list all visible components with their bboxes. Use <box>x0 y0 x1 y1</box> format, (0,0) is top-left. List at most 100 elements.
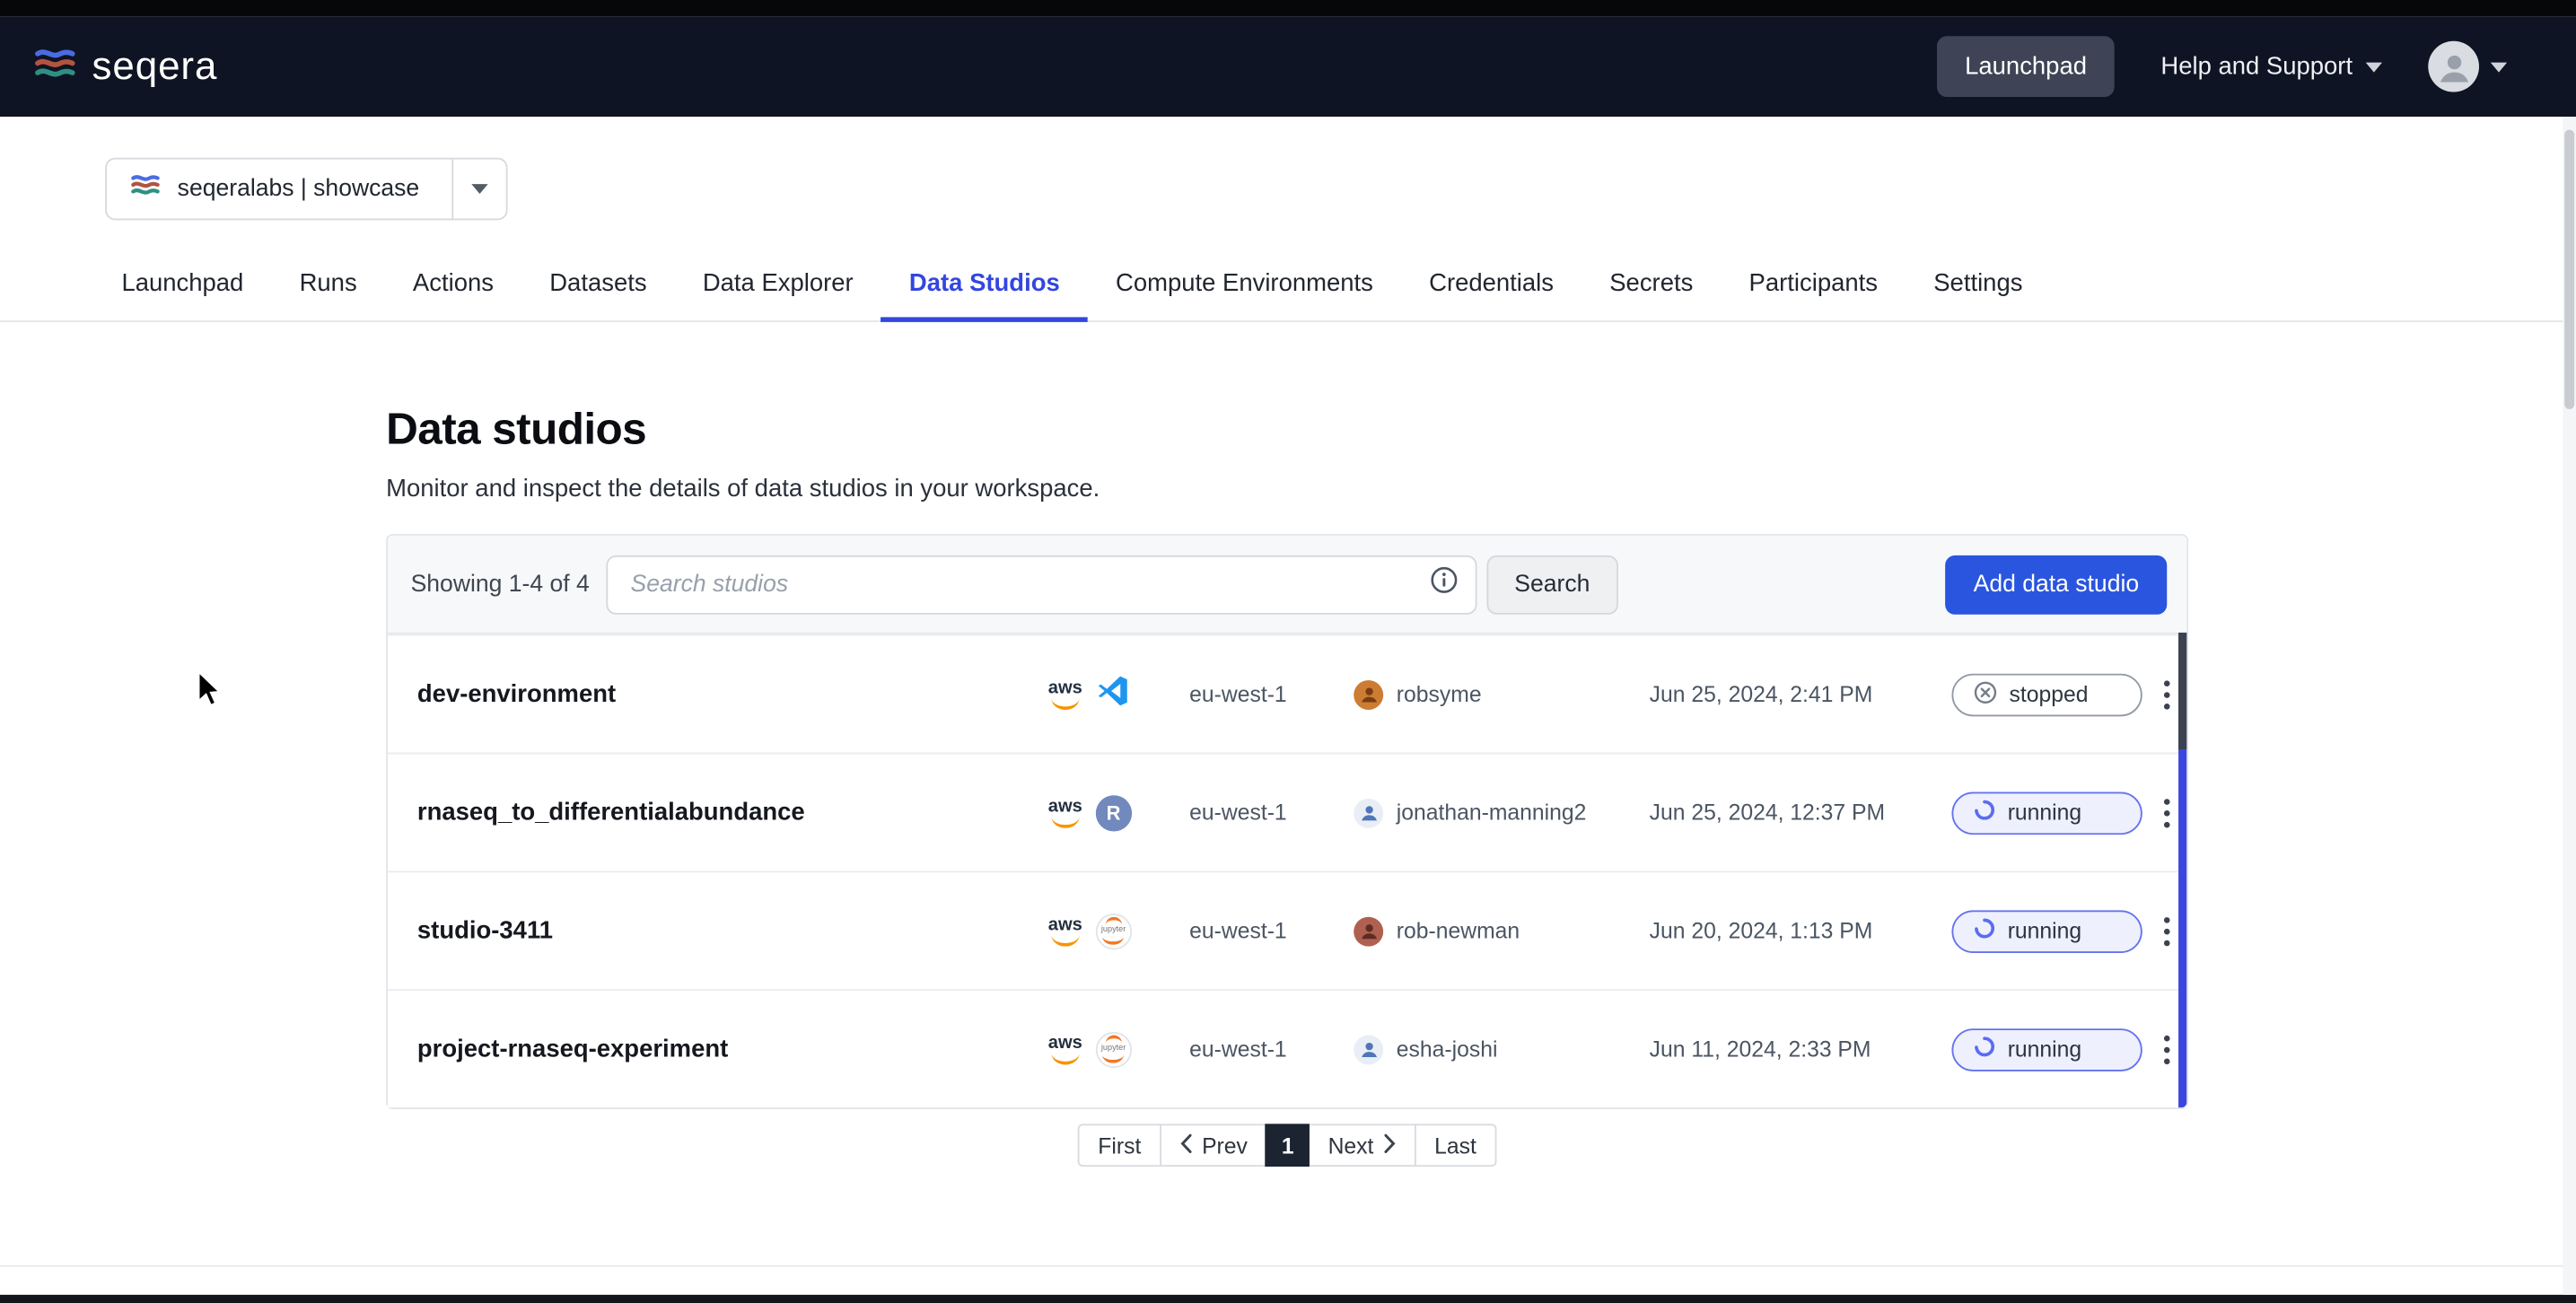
aws-icon: aws <box>1048 916 1082 946</box>
chevron-down-icon <box>2491 62 2507 72</box>
tab-data-studios[interactable]: Data Studios <box>881 269 1088 322</box>
tab-launchpad[interactable]: Launchpad <box>93 269 271 322</box>
app-viewport: seqera Launchpad Help and Support <box>0 0 2576 1303</box>
info-icon[interactable] <box>1429 565 1459 603</box>
status-label: running <box>2008 919 2081 943</box>
jupyter-icon: jupyter <box>1095 913 1131 949</box>
region: eu-west-1 <box>1189 800 1354 825</box>
tab-secrets[interactable]: Secrets <box>1582 269 1721 322</box>
search-input[interactable] <box>627 569 1429 599</box>
owner-name: jonathan-manning2 <box>1397 800 1587 825</box>
top-navigation: seqera Launchpad Help and Support <box>0 16 2576 117</box>
status-label: stopped <box>2010 682 2089 706</box>
owner: rob-newman <box>1354 916 1649 946</box>
owner: jonathan-manning2 <box>1354 798 1649 827</box>
workspace-selector[interactable]: seqeralabs | showcase <box>105 158 508 221</box>
studio-name: rnaseq_to_differentialabundance <box>417 799 1048 826</box>
brand-name: seqera <box>92 44 218 90</box>
tab-credentials[interactable]: Credentials <box>1401 269 1582 322</box>
table-scrollbar[interactable] <box>2178 633 2186 1107</box>
table-scrollbar-thumb[interactable] <box>2178 633 2186 749</box>
aws-icon: aws <box>1048 1035 1082 1064</box>
table-row[interactable]: studio-3411 aws jupyter eu-west-1 <box>388 870 2186 989</box>
spinner-icon <box>1973 1036 1996 1063</box>
status-label: running <box>2008 1036 2081 1061</box>
workspace-name: seqeralabs | showcase <box>178 176 420 202</box>
region: eu-west-1 <box>1189 1036 1354 1061</box>
status-badge: running <box>1951 909 2142 952</box>
pagination-page-1[interactable]: 1 <box>1266 1124 1310 1167</box>
pagination-last[interactable]: Last <box>1415 1124 1496 1167</box>
launchpad-button[interactable]: Launchpad <box>1937 36 2115 97</box>
owner: esha-joshi <box>1354 1035 1649 1064</box>
stopped-icon <box>1973 679 1997 709</box>
jupyter-icon: jupyter <box>1095 1031 1131 1067</box>
help-support-label: Help and Support <box>2160 53 2353 81</box>
page-subtitle: Monitor and inspect the details of data … <box>386 475 2188 503</box>
workspace-tabs: Launchpad Runs Actions Datasets Data Exp… <box>0 263 2576 322</box>
status-badge: running <box>1951 791 2142 835</box>
browser-chrome-strip <box>0 0 2576 16</box>
footer-divider <box>0 1265 2576 1267</box>
chevron-right-icon <box>1383 1132 1397 1157</box>
table-row[interactable]: dev-environment aws eu-west-1 robsyme <box>388 634 2186 753</box>
chevron-down-icon <box>2366 62 2382 72</box>
seqera-logo[interactable]: seqera <box>33 40 218 93</box>
tab-settings[interactable]: Settings <box>1906 269 2050 322</box>
add-data-studio-button[interactable]: Add data studio <box>1946 555 2168 614</box>
owner-name: esha-joshi <box>1397 1036 1498 1061</box>
region: eu-west-1 <box>1189 682 1354 706</box>
search-button[interactable]: Search <box>1486 555 1617 614</box>
table-row[interactable]: rnaseq_to_differentialabundance aws R eu… <box>388 753 2186 871</box>
owner-avatar <box>1354 679 1383 709</box>
owner: robsyme <box>1354 679 1649 709</box>
user-avatar <box>2428 41 2479 92</box>
table-row[interactable]: project-rnaseq-experiment aws jupyter eu… <box>388 989 2186 1107</box>
studio-name: project-rnaseq-experiment <box>417 1036 1048 1063</box>
page-scrollbar[interactable] <box>2563 117 2576 1295</box>
created-date: Jun 25, 2024, 12:37 PM <box>1650 800 1952 825</box>
rstudio-icon: R <box>1095 794 1131 830</box>
status-badge: stopped <box>1951 673 2142 716</box>
workspace-logo-icon <box>130 170 162 209</box>
pagination-next[interactable]: Next <box>1309 1124 1416 1167</box>
page-title: Data studios <box>386 404 2188 455</box>
owner-avatar <box>1354 1035 1383 1064</box>
tab-actions[interactable]: Actions <box>385 269 521 322</box>
tab-participants[interactable]: Participants <box>1721 269 1906 322</box>
studio-name: dev-environment <box>417 680 1048 708</box>
search-box <box>606 555 1476 614</box>
spinner-icon <box>1973 799 1996 826</box>
status-label: running <box>2008 800 2081 825</box>
bottom-bar <box>0 1295 2576 1303</box>
page-scrollbar-thumb[interactable] <box>2564 130 2574 409</box>
studios-table-card: Showing 1-4 of 4 Search Add data studio … <box>386 534 2188 1109</box>
created-date: Jun 11, 2024, 2:33 PM <box>1650 1036 1952 1061</box>
owner-name: robsyme <box>1397 682 1482 706</box>
owner-avatar <box>1354 916 1383 946</box>
pagination-first[interactable]: First <box>1078 1124 1161 1167</box>
help-support-menu[interactable]: Help and Support <box>2160 53 2382 81</box>
showing-count: Showing 1-4 of 4 <box>411 571 590 597</box>
pagination: First Prev 1 Next Last <box>386 1124 2188 1167</box>
chevron-down-icon <box>472 184 488 194</box>
region: eu-west-1 <box>1189 919 1354 943</box>
tab-data-explorer[interactable]: Data Explorer <box>675 269 881 322</box>
aws-icon: aws <box>1048 798 1082 827</box>
vscode-icon <box>1095 673 1129 716</box>
tab-compute-environments[interactable]: Compute Environments <box>1088 269 1401 322</box>
pagination-prev[interactable]: Prev <box>1159 1124 1266 1167</box>
owner-name: rob-newman <box>1397 919 1520 943</box>
status-badge: running <box>1951 1028 2142 1071</box>
table-toolbar: Showing 1-4 of 4 Search Add data studio <box>388 536 2186 634</box>
seqera-logo-icon <box>33 40 77 93</box>
tab-datasets[interactable]: Datasets <box>521 269 675 322</box>
created-date: Jun 25, 2024, 2:41 PM <box>1650 682 1952 706</box>
workspace-dropdown-button[interactable] <box>452 160 506 219</box>
aws-icon: aws <box>1048 679 1082 709</box>
created-date: Jun 20, 2024, 1:13 PM <box>1650 919 1952 943</box>
user-menu[interactable] <box>2428 41 2507 92</box>
chevron-left-icon <box>1178 1132 1192 1157</box>
studio-name: studio-3411 <box>417 917 1048 945</box>
tab-runs[interactable]: Runs <box>271 269 384 322</box>
